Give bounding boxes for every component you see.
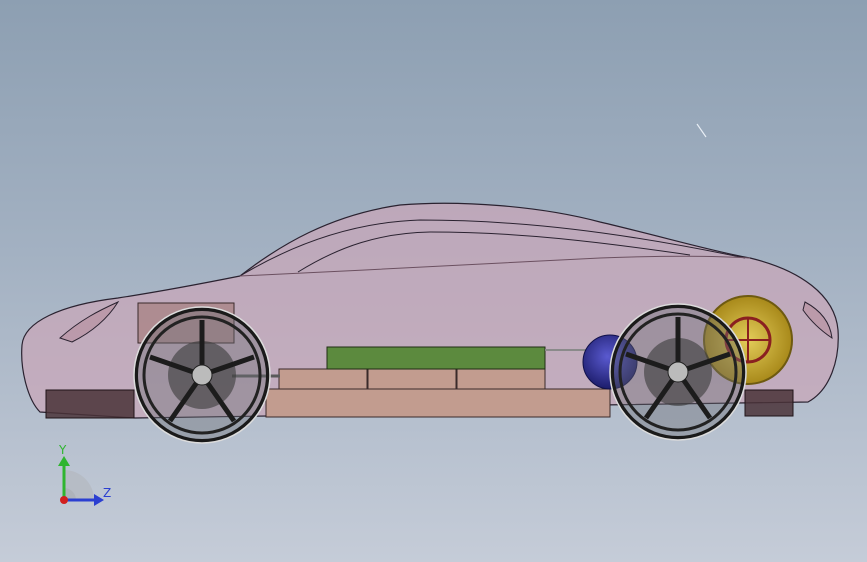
z-axis-label: Z: [103, 486, 112, 500]
front-bumper-block[interactable]: [45, 389, 135, 419]
coordinate-triad-icon: [58, 456, 104, 506]
battery-controller[interactable]: [326, 346, 546, 370]
battery-module-1[interactable]: [278, 368, 368, 390]
car-model-scene[interactable]: [0, 0, 867, 562]
battery-module-3[interactable]: [456, 368, 546, 390]
floor-pan[interactable]: [265, 388, 611, 418]
rear-bumper-block[interactable]: [744, 389, 794, 417]
rear-wheel[interactable]: [609, 303, 747, 441]
cad-viewport[interactable]: Y Z: [0, 0, 867, 562]
y-axis-label: Y: [59, 443, 67, 457]
battery-module-2[interactable]: [367, 368, 457, 390]
sketch-line: [696, 123, 707, 138]
front-wheel[interactable]: [133, 306, 271, 444]
